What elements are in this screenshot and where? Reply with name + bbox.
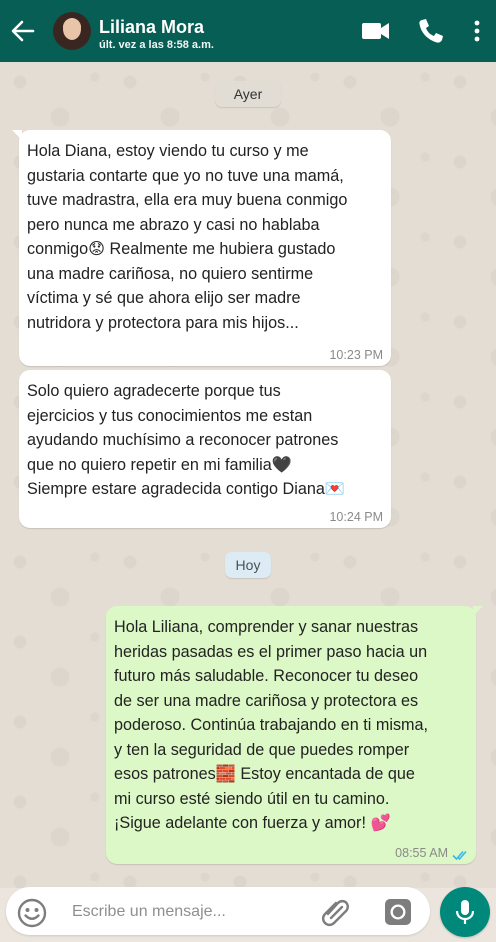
- back-arrow-icon: [11, 20, 35, 42]
- video-call-button[interactable]: [360, 16, 392, 46]
- message-text: Hola Liliana, comprender y sanar nuestra…: [114, 618, 429, 832]
- contact-name[interactable]: Liliana Mora: [99, 17, 204, 38]
- bubble-tail: [12, 130, 22, 140]
- more-vert-icon: [474, 20, 480, 42]
- back-button[interactable]: [6, 14, 40, 48]
- last-seen-status: últ. vez a las 8:58 a.m.: [99, 39, 214, 51]
- attach-button[interactable]: [318, 895, 352, 929]
- more-options-button[interactable]: [466, 16, 488, 46]
- date-divider-ayer: Ayer: [215, 81, 281, 107]
- message-bubble-incoming[interactable]: Hola Diana, estoy viendo tu curso y me g…: [12, 130, 391, 366]
- message-time: 10:24 PM: [329, 510, 383, 524]
- message-bubble-outgoing[interactable]: Hola Liliana, comprender y sanar nuestra…: [106, 606, 483, 864]
- message-bubble-incoming[interactable]: Solo quiero agradecerte porque tus ejerc…: [19, 370, 391, 528]
- emoji-button[interactable]: [16, 897, 48, 929]
- camera-button[interactable]: [382, 896, 414, 928]
- paperclip-icon: [321, 899, 349, 927]
- message-time: 10:23 PM: [329, 348, 383, 362]
- message-time: 08:55 AM: [395, 846, 448, 860]
- bubble-tail: [473, 606, 483, 616]
- voice-message-button[interactable]: [440, 887, 490, 937]
- contact-avatar[interactable]: [53, 12, 91, 50]
- chat-header: Liliana Mora últ. vez a las 8:58 a.m.: [0, 0, 496, 62]
- message-text: Solo quiero agradecerte porque tus ejerc…: [27, 382, 346, 498]
- mic-icon: [455, 900, 475, 924]
- read-receipt-icon: [452, 850, 467, 861]
- voice-call-button[interactable]: [416, 16, 444, 46]
- message-input[interactable]: [72, 897, 292, 927]
- video-call-icon: [362, 23, 389, 39]
- date-divider-hoy: Hoy: [225, 552, 271, 578]
- message-text: Hola Diana, estoy viendo tu curso y me g…: [27, 142, 348, 332]
- phone-icon: [419, 19, 443, 43]
- emoji-icon: [17, 898, 47, 928]
- camera-icon: [385, 899, 411, 925]
